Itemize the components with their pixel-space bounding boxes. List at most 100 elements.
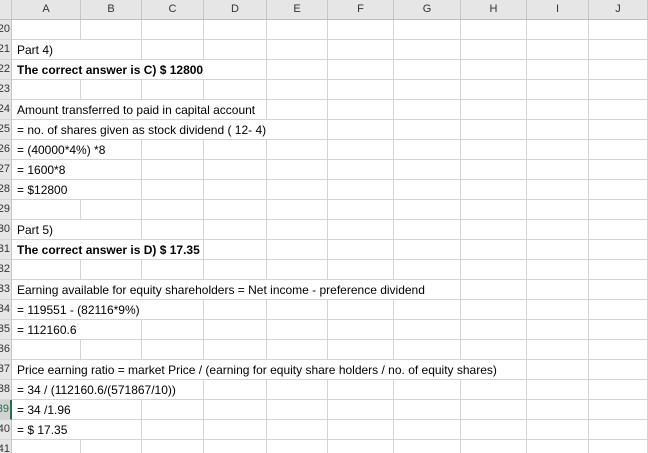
row-header-35[interactable]: 35 xyxy=(0,320,12,340)
cell-i37[interactable] xyxy=(527,360,589,380)
cell-f21[interactable] xyxy=(328,40,394,60)
row-header-31[interactable]: 31 xyxy=(0,240,12,260)
cell-c27[interactable] xyxy=(142,160,204,180)
cell-f40[interactable] xyxy=(328,420,394,440)
cell-b32[interactable] xyxy=(81,260,142,280)
cell-g39[interactable] xyxy=(394,400,461,420)
cell-b23[interactable] xyxy=(81,80,142,100)
cell-h24[interactable] xyxy=(461,100,527,120)
cell-g27[interactable] xyxy=(394,160,461,180)
cell-i23[interactable] xyxy=(527,80,589,100)
cell-c28[interactable] xyxy=(142,180,204,200)
cell-i22[interactable] xyxy=(527,60,589,80)
cell-j41[interactable] xyxy=(589,440,648,453)
cell-h36[interactable] xyxy=(461,340,527,360)
cell-j21[interactable] xyxy=(589,40,648,60)
cell-b36[interactable] xyxy=(81,340,142,360)
cell-j27[interactable] xyxy=(589,160,648,180)
cell-d21[interactable] xyxy=(204,40,267,60)
cell-i36[interactable] xyxy=(527,340,589,360)
cell-b27[interactable] xyxy=(81,160,142,180)
cell-d27[interactable] xyxy=(204,160,267,180)
cell-g22[interactable] xyxy=(394,60,461,80)
cell-e25[interactable] xyxy=(267,120,328,140)
row-header-39[interactable]: 39 xyxy=(0,400,12,420)
row-header-23[interactable]: 23 xyxy=(0,80,12,100)
column-header-a[interactable]: A xyxy=(12,0,81,19)
cell-h22[interactable] xyxy=(461,60,527,80)
cell-e24[interactable] xyxy=(267,100,328,120)
cell-f32[interactable] xyxy=(328,260,394,280)
cell-g28[interactable] xyxy=(394,180,461,200)
row-header-22[interactable]: 22 xyxy=(0,60,12,80)
cell-j40[interactable] xyxy=(589,420,648,440)
cell-f38[interactable] xyxy=(328,380,394,400)
cell-f20[interactable] xyxy=(328,20,394,40)
cell-j28[interactable] xyxy=(589,180,648,200)
cell-c34[interactable] xyxy=(142,300,204,320)
cell-c39[interactable] xyxy=(142,400,204,420)
cell-g38[interactable] xyxy=(394,380,461,400)
cell-d32[interactable] xyxy=(204,260,267,280)
row-header-28[interactable]: 28 xyxy=(0,180,12,200)
cell-a23[interactable] xyxy=(12,80,81,100)
cell-c36[interactable] xyxy=(142,340,204,360)
select-all-corner[interactable] xyxy=(0,0,12,19)
column-header-h[interactable]: H xyxy=(461,0,527,19)
cell-g21[interactable] xyxy=(394,40,461,60)
cell-h39[interactable] xyxy=(461,400,527,420)
cell-c21[interactable] xyxy=(142,40,204,60)
cell-a36[interactable] xyxy=(12,340,81,360)
cell-c30[interactable] xyxy=(142,220,204,240)
row-header-38[interactable]: 38 xyxy=(0,380,12,400)
cell-j34[interactable] xyxy=(589,300,648,320)
cell-b28[interactable] xyxy=(81,180,142,200)
cell-c20[interactable] xyxy=(142,20,204,40)
cell-h29[interactable] xyxy=(461,200,527,220)
cell-d35[interactable] xyxy=(204,320,267,340)
cell-d29[interactable] xyxy=(204,200,267,220)
row-header-26[interactable]: 26 xyxy=(0,140,12,160)
cell-h31[interactable] xyxy=(461,240,527,260)
cell-j24[interactable] xyxy=(589,100,648,120)
cell-f22[interactable] xyxy=(328,60,394,80)
cell-h25[interactable] xyxy=(461,120,527,140)
row-header-36[interactable]: 36 xyxy=(0,340,12,360)
cell-c40[interactable] xyxy=(142,420,204,440)
column-header-i[interactable]: I xyxy=(527,0,589,19)
column-header-e[interactable]: E xyxy=(267,0,328,19)
cell-j37[interactable] xyxy=(589,360,648,380)
cell-f26[interactable] xyxy=(328,140,394,160)
cell-b39[interactable] xyxy=(81,400,142,420)
column-header-g[interactable]: G xyxy=(394,0,461,19)
cell-i30[interactable] xyxy=(527,220,589,240)
cell-j22[interactable] xyxy=(589,60,648,80)
cell-g31[interactable] xyxy=(394,240,461,260)
cell-c35[interactable] xyxy=(142,320,204,340)
cell-e29[interactable] xyxy=(267,200,328,220)
cell-g23[interactable] xyxy=(394,80,461,100)
cell-g25[interactable] xyxy=(394,120,461,140)
cell-b35[interactable] xyxy=(81,320,142,340)
row-header-20[interactable]: 20 xyxy=(0,20,12,40)
cell-f31[interactable] xyxy=(328,240,394,260)
cell-h21[interactable] xyxy=(461,40,527,60)
cell-i41[interactable] xyxy=(527,440,589,453)
cell-f27[interactable] xyxy=(328,160,394,180)
cell-i38[interactable] xyxy=(527,380,589,400)
cell-h23[interactable] xyxy=(461,80,527,100)
cell-i31[interactable] xyxy=(527,240,589,260)
cell-f25[interactable] xyxy=(328,120,394,140)
cell-g36[interactable] xyxy=(394,340,461,360)
cell-e40[interactable] xyxy=(267,420,328,440)
column-header-b[interactable]: B xyxy=(81,0,142,19)
cell-j30[interactable] xyxy=(589,220,648,240)
cell-g29[interactable] xyxy=(394,200,461,220)
cell-i24[interactable] xyxy=(527,100,589,120)
cell-d41[interactable] xyxy=(204,440,267,453)
cell-f29[interactable] xyxy=(328,200,394,220)
cell-j23[interactable] xyxy=(589,80,648,100)
cell-d36[interactable] xyxy=(204,340,267,360)
cell-j33[interactable] xyxy=(589,280,648,300)
cell-g41[interactable] xyxy=(394,440,461,453)
